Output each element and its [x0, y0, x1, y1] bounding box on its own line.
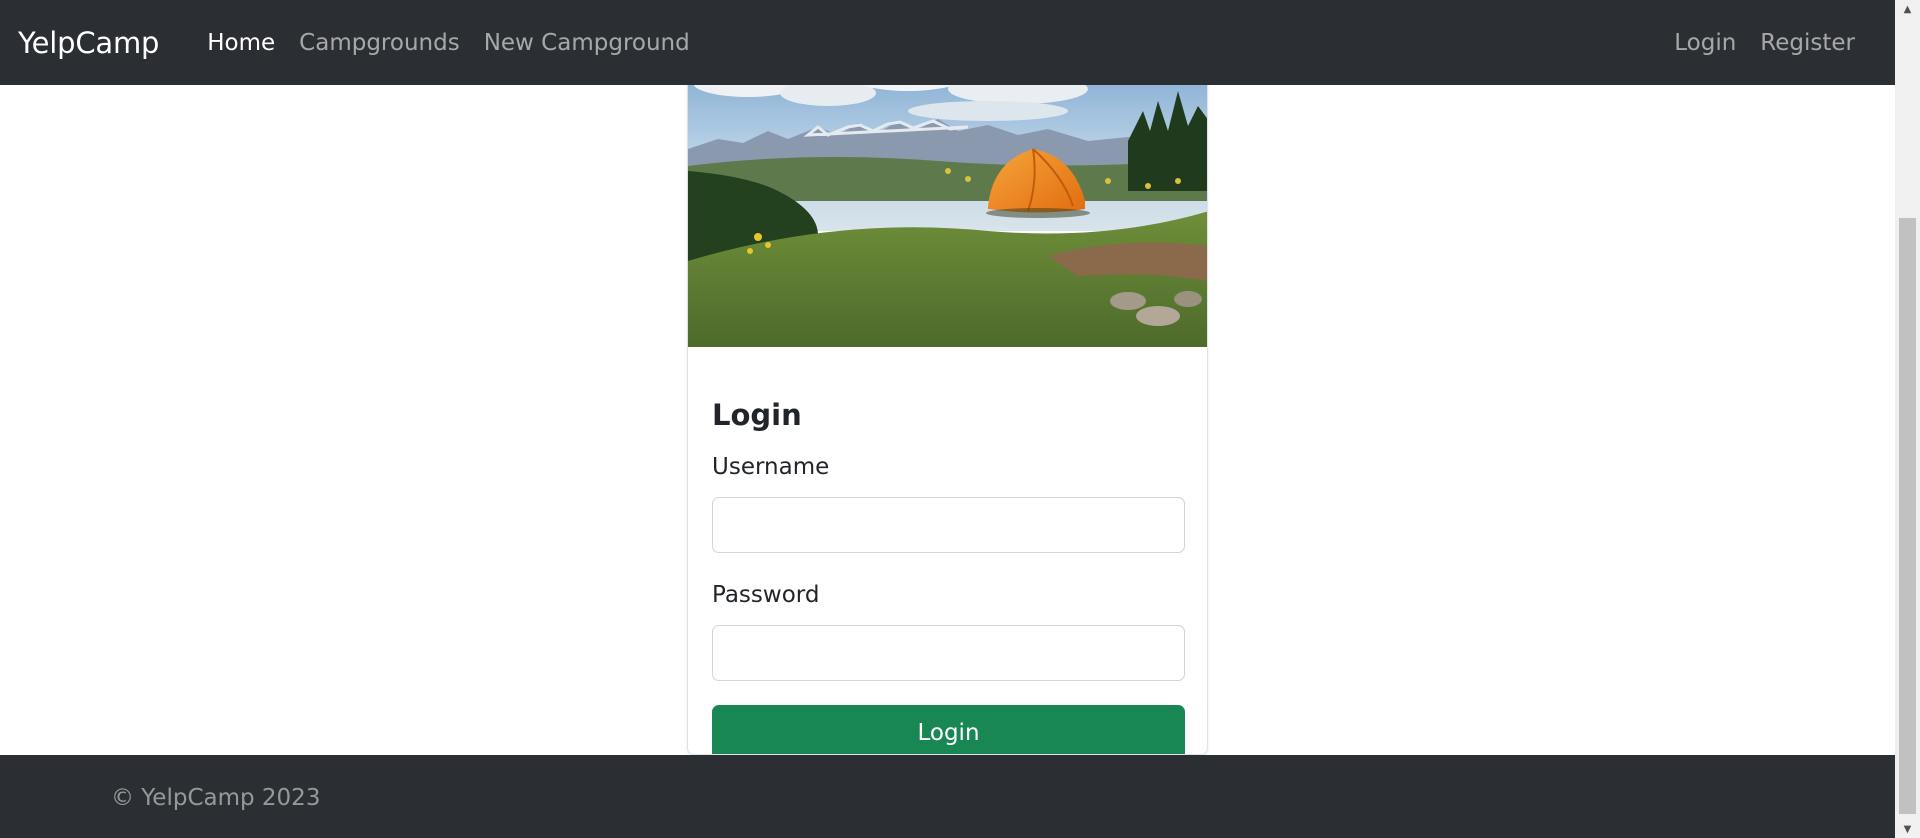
scroll-down-arrow-icon[interactable]: ▼: [1895, 820, 1920, 838]
nav-links: Home Campgrounds New Campground: [195, 30, 701, 56]
password-label: Password: [712, 582, 820, 608]
nav-link-register[interactable]: Register: [1748, 30, 1867, 56]
username-input[interactable]: [712, 497, 1185, 553]
nav-link-home[interactable]: Home: [195, 30, 287, 56]
brand-logo[interactable]: YelpCamp: [18, 26, 159, 60]
nav-link-new-campground[interactable]: New Campground: [472, 30, 702, 56]
vertical-scrollbar[interactable]: ▲ ▼: [1895, 0, 1920, 838]
login-title: Login: [712, 398, 802, 432]
footer: © YelpCamp 2023: [0, 755, 1895, 838]
username-label: Username: [712, 454, 830, 480]
nav-link-login[interactable]: Login: [1662, 30, 1748, 56]
footer-copyright: © YelpCamp 2023: [111, 785, 321, 811]
nav-link-campgrounds[interactable]: Campgrounds: [287, 30, 472, 56]
password-input[interactable]: [712, 625, 1185, 681]
scroll-up-arrow-icon[interactable]: ▲: [1895, 0, 1920, 18]
scrollbar-thumb[interactable]: [1899, 218, 1916, 814]
login-submit-button[interactable]: Login: [712, 705, 1185, 754]
page-viewport: YelpCamp Home Campgrounds New Campground…: [0, 0, 1895, 838]
nav-auth-links: Login Register: [1662, 30, 1867, 56]
navbar: YelpCamp Home Campgrounds New Campground…: [0, 0, 1895, 85]
login-card: Login Username Password Login: [687, 30, 1208, 755]
